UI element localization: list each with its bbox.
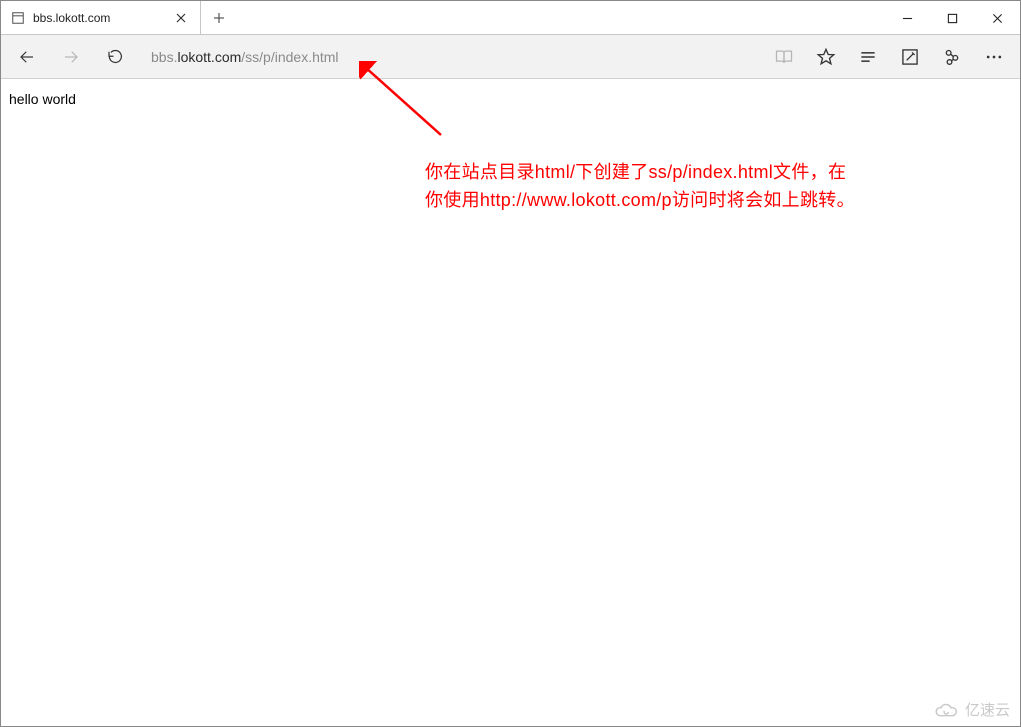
favorite-icon[interactable] [806,37,846,77]
url-dim-prefix: bbs. [151,49,177,65]
watermark: 亿速云 [933,699,1010,720]
toolbar: bbs. lokott.com /ss/p/index.html [1,35,1020,79]
hub-icon[interactable] [848,37,888,77]
cloud-icon [933,701,959,719]
maximize-button[interactable] [930,1,975,35]
url-host: lokott.com [177,49,241,65]
toolbar-right-icons [764,37,1014,77]
web-note-icon[interactable] [890,37,930,77]
back-button[interactable] [7,37,47,77]
annotation-text: 你在站点目录html/下创建了ss/p/index.html文件，在你使用htt… [425,159,855,215]
tab-active[interactable]: bbs.lokott.com [1,1,201,34]
page-icon [11,11,25,25]
close-tab-button[interactable] [172,9,190,27]
tab-title: bbs.lokott.com [33,11,164,25]
address-bar[interactable]: bbs. lokott.com /ss/p/index.html [139,41,760,73]
watermark-text: 亿速云 [965,699,1010,720]
new-tab-button[interactable] [201,1,237,34]
window-close-button[interactable] [975,1,1020,35]
refresh-button[interactable] [95,37,135,77]
forward-button[interactable] [51,37,91,77]
tab-strip: bbs.lokott.com [1,1,1020,35]
window-controls [885,1,1020,35]
more-icon[interactable] [974,37,1014,77]
reading-view-icon[interactable] [764,37,804,77]
minimize-button[interactable] [885,1,930,35]
url-dim-suffix: /ss/p/index.html [241,49,338,65]
page-body-text: hello world [9,91,76,107]
share-icon[interactable] [932,37,972,77]
